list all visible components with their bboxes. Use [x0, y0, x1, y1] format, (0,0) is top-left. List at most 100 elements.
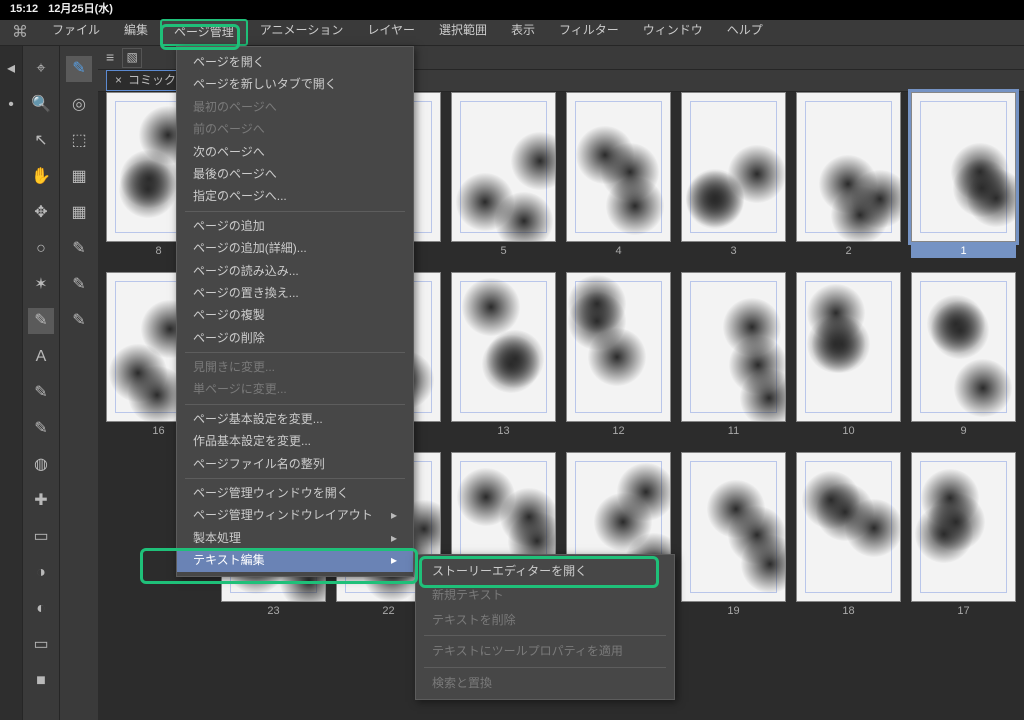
page-thumb-17[interactable]: [911, 452, 1016, 602]
menu-item[interactable]: ページの追加: [177, 215, 413, 237]
menu-3[interactable]: アニメーション: [248, 19, 356, 45]
chevron-right-icon: ▸: [391, 553, 397, 567]
menu-1[interactable]: 編集: [112, 19, 160, 45]
menu-item[interactable]: ページの複製: [177, 304, 413, 326]
menu-item: 単ページに変更...: [177, 378, 413, 400]
railb-tool-16[interactable]: ▭: [28, 632, 54, 658]
tab-close-icon[interactable]: ×: [115, 73, 122, 87]
raila-tool-1[interactable]: •: [0, 92, 24, 118]
chevron-right-icon: ▸: [391, 531, 397, 545]
railb-tool-7[interactable]: ✎: [28, 308, 54, 334]
page-thumb-13[interactable]: [451, 272, 556, 422]
menu-4[interactable]: レイヤー: [355, 19, 427, 45]
railc-tool-0[interactable]: ✎: [66, 56, 92, 82]
page-thumb-2[interactable]: [796, 92, 901, 242]
railb-tool-0[interactable]: ⌖: [28, 56, 54, 82]
railb-tool-9[interactable]: ✎: [28, 380, 54, 406]
page-number: 18: [796, 605, 901, 618]
rail-collapse: ◂•: [0, 46, 22, 720]
railb-tool-1[interactable]: 🔍: [28, 92, 54, 118]
menu-item[interactable]: 作品基本設定を変更...: [177, 430, 413, 452]
menu-item[interactable]: ページファイル名の整列: [177, 453, 413, 475]
page-number: 17: [911, 605, 1016, 618]
menu-item[interactable]: 指定のページへ...: [177, 185, 413, 207]
railb-tool-8[interactable]: A: [28, 344, 54, 370]
railc-tool-1[interactable]: ◎: [66, 92, 92, 118]
railb-tool-13[interactable]: ▭: [28, 524, 54, 550]
menu-item[interactable]: 次のページへ: [177, 141, 413, 163]
railc-tool-3[interactable]: ▦: [66, 164, 92, 190]
railb-tool-12[interactable]: ✚: [28, 488, 54, 514]
menu-item[interactable]: ページ基本設定を変更...: [177, 408, 413, 430]
railc-tool-4[interactable]: ▦: [66, 200, 92, 226]
menu-item[interactable]: ページを新しいタブで開く: [177, 73, 413, 95]
chevron-right-icon: ▸: [391, 508, 397, 522]
page-thumb-18[interactable]: [796, 452, 901, 602]
page-thumb-10[interactable]: [796, 272, 901, 422]
menu-item[interactable]: 最後のページへ: [177, 163, 413, 185]
page-number: 9: [911, 425, 1016, 438]
page-number: 19: [681, 605, 786, 618]
page-number: 5: [451, 245, 556, 258]
menu-2[interactable]: ページ管理: [160, 19, 248, 45]
page-number: 1: [911, 245, 1016, 258]
page-thumb-5[interactable]: [451, 92, 556, 242]
submenu-item: 検索と置換: [416, 671, 674, 695]
menu-item[interactable]: ページの追加(詳細)...: [177, 237, 413, 259]
menu-6[interactable]: 表示: [499, 19, 547, 45]
submenu-item: 新規テキスト: [416, 583, 674, 607]
page-thumb-4[interactable]: [566, 92, 671, 242]
page-number: 12: [566, 425, 671, 438]
menu-item: 最初のページへ: [177, 96, 413, 118]
railb-tool-11[interactable]: ◍: [28, 452, 54, 478]
submenu-item: テキストを削除: [416, 608, 674, 632]
railb-tool-14[interactable]: ◑: [28, 560, 54, 586]
new-tab-button[interactable]: ▧: [122, 48, 142, 68]
menu-item[interactable]: ページの読み込み...: [177, 260, 413, 282]
menu-item[interactable]: ページの置き換え...: [177, 282, 413, 304]
railb-tool-2[interactable]: ↖: [28, 128, 54, 154]
tab-title: コミック3: [128, 73, 183, 87]
page-number: 2: [796, 245, 901, 258]
page-number: 10: [796, 425, 901, 438]
page-manage-menu: ページを開くページを新しいタブで開く最初のページへ前のページへ次のページへ最後の…: [176, 46, 414, 577]
menu-5[interactable]: 選択範囲: [427, 19, 499, 45]
menu-8[interactable]: ウィンドウ: [631, 19, 715, 45]
railc-tool-6[interactable]: ✎: [66, 272, 92, 298]
menu-item: 前のページへ: [177, 118, 413, 140]
railc-tool-2[interactable]: ⬚: [66, 128, 92, 154]
railb-tool-3[interactable]: ✋: [28, 164, 54, 190]
page-thumb-12[interactable]: [566, 272, 671, 422]
clock-time: 15:12: [10, 3, 38, 16]
page-thumb-11[interactable]: [681, 272, 786, 422]
page-thumb-9[interactable]: [911, 272, 1016, 422]
page-thumb-1[interactable]: [911, 92, 1016, 242]
hamburger-icon[interactable]: ≡: [106, 49, 114, 66]
submenu-item[interactable]: ストーリーエディターを開く: [416, 559, 674, 583]
menu-item[interactable]: ページ管理ウィンドウレイアウト▸: [177, 504, 413, 526]
railb-tool-4[interactable]: ✥: [28, 200, 54, 226]
menu-item[interactable]: ページの削除: [177, 327, 413, 349]
railb-tool-17[interactable]: ■: [28, 668, 54, 694]
page-number: 13: [451, 425, 556, 438]
railb-tool-6[interactable]: ✶: [28, 272, 54, 298]
menu-7[interactable]: フィルター: [547, 19, 631, 45]
menu-item[interactable]: ページを開く: [177, 51, 413, 73]
submenu-item: テキストにツールプロパティを適用: [416, 639, 674, 663]
menu-item[interactable]: テキスト編集▸: [177, 549, 413, 571]
clock-date: 12月25日(水): [48, 3, 113, 16]
menu-9[interactable]: ヘルプ: [715, 19, 775, 45]
menu-0[interactable]: ファイル: [40, 19, 112, 45]
railc-tool-5[interactable]: ✎: [66, 236, 92, 262]
railb-tool-15[interactable]: ◐: [28, 596, 54, 622]
page-number: 11: [681, 425, 786, 438]
railb-tool-10[interactable]: ✎: [28, 416, 54, 442]
railc-tool-7[interactable]: ✎: [66, 308, 92, 334]
menu-item[interactable]: 製本処理▸: [177, 527, 413, 549]
page-thumb-19[interactable]: [681, 452, 786, 602]
menu-item[interactable]: ページ管理ウィンドウを開く: [177, 482, 413, 504]
raila-tool-0[interactable]: ◂: [0, 56, 24, 82]
page-thumb-3[interactable]: [681, 92, 786, 242]
page-number: 23: [221, 605, 326, 618]
railb-tool-5[interactable]: ○: [28, 236, 54, 262]
